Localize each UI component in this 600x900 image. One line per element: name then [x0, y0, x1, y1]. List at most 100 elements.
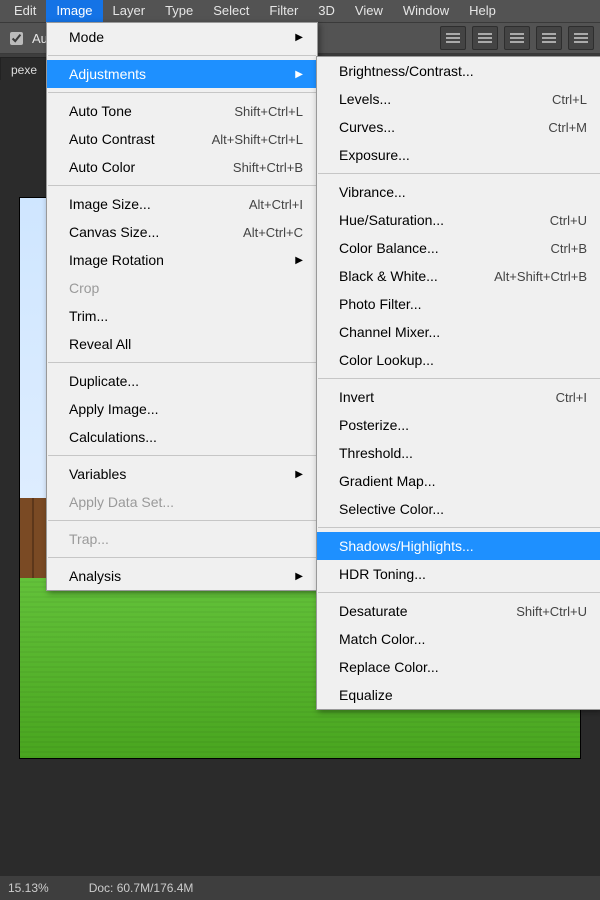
adjustments-exposure[interactable]: Exposure...: [317, 141, 600, 169]
menu-help[interactable]: Help: [459, 0, 506, 22]
adjustments-gradient-map[interactable]: Gradient Map...: [317, 467, 600, 495]
menu-item-label: Black & White...: [339, 268, 478, 284]
image-menu-analysis[interactable]: Analysis ▶: [47, 562, 317, 590]
image-menu-separator: [48, 557, 316, 558]
align-right-icon[interactable]: [504, 26, 530, 50]
adjustments-posterize[interactable]: Posterize...: [317, 411, 600, 439]
menu-image[interactable]: Image: [46, 0, 102, 22]
image-menu-auto-color[interactable]: Auto ColorShift+Ctrl+B: [47, 153, 317, 181]
menu-item-shortcut: Alt+Shift+Ctrl+B: [494, 269, 587, 284]
image-menu-reveal-all[interactable]: Reveal All: [47, 330, 317, 358]
menu-select[interactable]: Select: [203, 0, 259, 22]
status-bar: 15.13% Doc: 60.7M/176.4M: [0, 876, 600, 900]
menu-item-label: Mode: [69, 29, 144, 45]
image-menu-separator: [48, 362, 316, 363]
menu-type[interactable]: Type: [155, 0, 203, 22]
adjustments-replace-color[interactable]: Replace Color...: [317, 653, 600, 681]
adjustments-submenu: Brightness/Contrast...Levels...Ctrl+LCur…: [316, 56, 600, 710]
adjustments-hdr-toning[interactable]: HDR Toning...: [317, 560, 600, 588]
menu-item-label: Analysis: [69, 568, 161, 584]
align-middle-icon[interactable]: [568, 26, 594, 50]
menu-item-label: Posterize...: [339, 417, 449, 433]
menu-item-label: Canvas Size...: [69, 224, 199, 240]
auto-checkbox[interactable]: [10, 32, 23, 45]
zoom-level[interactable]: 15.13%: [8, 881, 49, 895]
menu-item-label: Replace Color...: [339, 659, 479, 675]
menu-edit[interactable]: Edit: [4, 0, 46, 22]
adjustments-shadows-highlights[interactable]: Shadows/Highlights...: [317, 532, 600, 560]
image-menu-mode[interactable]: Mode ▶: [47, 23, 317, 51]
menu-item-label: Channel Mixer...: [339, 324, 480, 340]
adjustments-match-color[interactable]: Match Color...: [317, 625, 600, 653]
menu-item-shortcut: Ctrl+U: [550, 213, 587, 228]
image-menu-variables[interactable]: Variables▶: [47, 460, 317, 488]
menu-window[interactable]: Window: [393, 0, 459, 22]
adjustments-separator: [318, 527, 600, 528]
adjustments-threshold[interactable]: Threshold...: [317, 439, 600, 467]
adjustments-vibrance[interactable]: Vibrance...: [317, 178, 600, 206]
menu-item-label: Auto Contrast: [69, 131, 195, 147]
menu-item-label: Equalize: [339, 687, 433, 703]
menu-item-label: Auto Color: [69, 159, 175, 175]
adjustments-invert[interactable]: InvertCtrl+I: [317, 383, 600, 411]
menu-item-label: Color Balance...: [339, 240, 479, 256]
menu-item-label: Vibrance...: [339, 184, 446, 200]
menu-item-label: Selective Color...: [339, 501, 484, 517]
menu-filter[interactable]: Filter: [259, 0, 308, 22]
submenu-arrow-icon: ▶: [295, 32, 303, 43]
adjustments-levels[interactable]: Levels...Ctrl+L: [317, 85, 600, 113]
image-menu-trim[interactable]: Trim...: [47, 302, 317, 330]
menu-view[interactable]: View: [345, 0, 393, 22]
adjustments-desaturate[interactable]: Desaturate Shift+Ctrl+U: [317, 597, 600, 625]
image-menu-apply-image[interactable]: Apply Image...: [47, 395, 317, 423]
menu-item-shortcut: Shift+Ctrl+U: [516, 604, 587, 619]
menu-3d[interactable]: 3D: [308, 0, 345, 22]
image-menu-duplicate[interactable]: Duplicate...: [47, 367, 317, 395]
menu-item-label: Auto Tone: [69, 103, 172, 119]
image-menu-image-size[interactable]: Image Size...Alt+Ctrl+I: [47, 190, 317, 218]
align-left-icon[interactable]: [440, 26, 466, 50]
menu-item-label: Threshold...: [339, 445, 453, 461]
adjustments-selective-color[interactable]: Selective Color...: [317, 495, 600, 523]
image-menu-auto-tone[interactable]: Auto Tone Shift+Ctrl+L: [47, 97, 317, 125]
image-menu-auto-contrast[interactable]: Auto ContrastAlt+Shift+Ctrl+L: [47, 125, 317, 153]
image-menu-separator: [48, 520, 316, 521]
adjustments-hue-saturation[interactable]: Hue/Saturation...Ctrl+U: [317, 206, 600, 234]
menu-item-label: Invert: [339, 389, 414, 405]
adjustments-color-balance[interactable]: Color Balance...Ctrl+B: [317, 234, 600, 262]
adjustments-color-lookup[interactable]: Color Lookup...: [317, 346, 600, 374]
menu-item-label: Trim...: [69, 308, 148, 324]
menu-item-label: Reveal All: [69, 336, 171, 352]
adjustments-brightness-contrast[interactable]: Brightness/Contrast...: [317, 57, 600, 85]
menu-item-label: Image Size...: [69, 196, 191, 212]
menu-item-label: Color Lookup...: [339, 352, 474, 368]
align-center-icon[interactable]: [472, 26, 498, 50]
menu-item-label: Crop: [69, 280, 139, 296]
image-menu-canvas-size[interactable]: Canvas Size...Alt+Ctrl+C: [47, 218, 317, 246]
image-menu-crop: Crop: [47, 274, 317, 302]
menu-item-label: Levels...: [339, 91, 431, 107]
adjustments-photo-filter[interactable]: Photo Filter...: [317, 290, 600, 318]
adjustments-curves[interactable]: Curves...Ctrl+M: [317, 113, 600, 141]
adjustments-separator: [318, 592, 600, 593]
submenu-arrow-icon: ▶: [295, 571, 303, 582]
image-menu-image-rotation[interactable]: Image Rotation▶: [47, 246, 317, 274]
document-tab-label: pexe: [11, 63, 37, 77]
image-menu-calculations[interactable]: Calculations...: [47, 423, 317, 451]
adjustments-black-white[interactable]: Black & White... Alt+Shift+Ctrl+B: [317, 262, 600, 290]
adjustments-channel-mixer[interactable]: Channel Mixer...: [317, 318, 600, 346]
document-tab[interactable]: pexe: [0, 57, 48, 82]
image-menu-adjustments[interactable]: Adjustments▶: [47, 60, 317, 88]
menu-item-label: Match Color...: [339, 631, 465, 647]
doc-size: Doc: 60.7M/176.4M: [89, 881, 194, 895]
menu-item-shortcut: Shift+Ctrl+L: [234, 104, 303, 119]
menu-layer[interactable]: Layer: [103, 0, 156, 22]
align-top-icon[interactable]: [536, 26, 562, 50]
menu-item-label: Desaturate: [339, 603, 447, 619]
adjustments-equalize[interactable]: Equalize: [317, 681, 600, 709]
menu-item-label: Calculations...: [69, 429, 197, 445]
menu-item-label: Image Rotation: [69, 252, 204, 268]
menu-item-shortcut: Ctrl+M: [548, 120, 587, 135]
image-menu-separator: [48, 55, 316, 56]
adjustments-separator: [318, 378, 600, 379]
